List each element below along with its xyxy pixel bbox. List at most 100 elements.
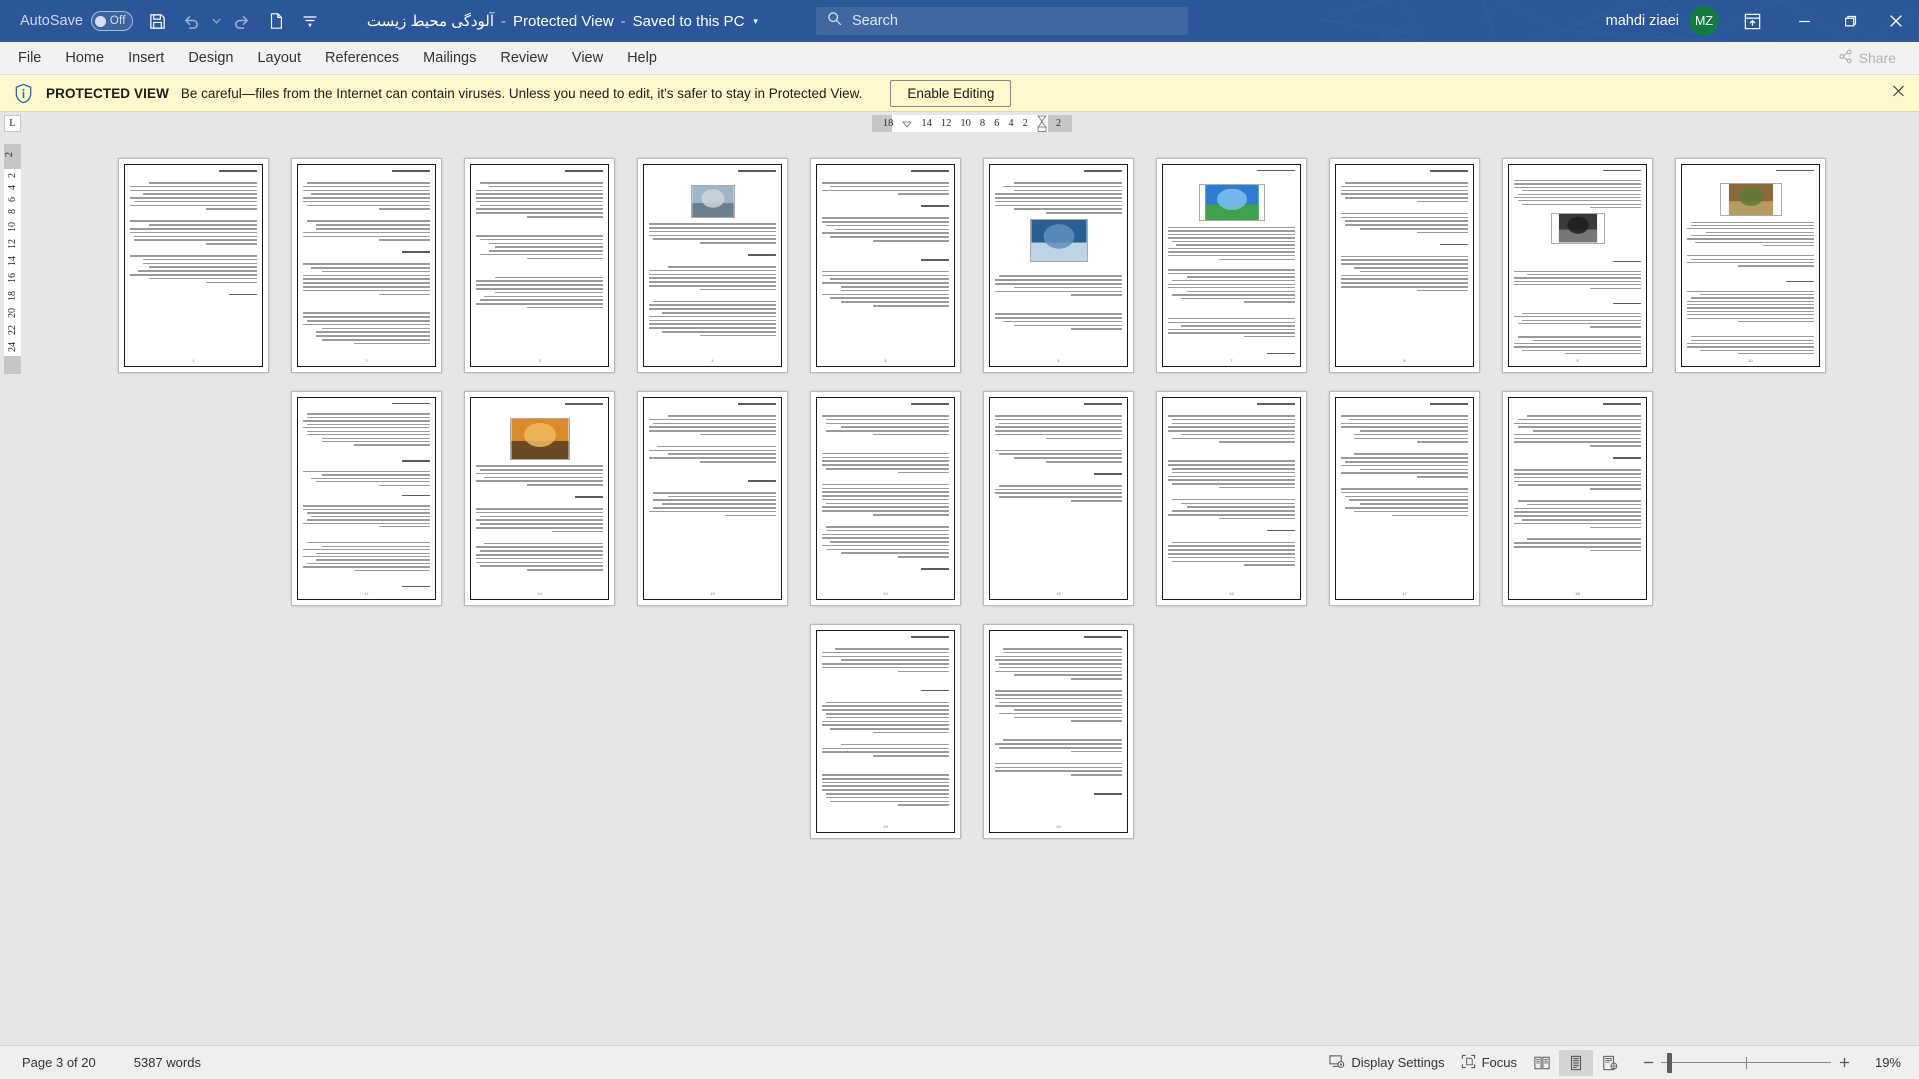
zoom-in-icon[interactable] bbox=[1831, 1050, 1857, 1076]
page-thumbnail[interactable]: 6 bbox=[983, 158, 1134, 373]
tab-home[interactable]: Home bbox=[53, 42, 116, 74]
hruler-num-7: 2 bbox=[1022, 117, 1028, 129]
right-indent-marker[interactable] bbox=[1037, 115, 1047, 132]
share-button[interactable]: Share bbox=[1827, 45, 1907, 71]
page-thumbnail[interactable]: 20 bbox=[983, 624, 1134, 839]
zoom-control[interactable] bbox=[1635, 1050, 1857, 1076]
text-line bbox=[995, 670, 1122, 673]
close-button[interactable] bbox=[1873, 0, 1919, 42]
redo-icon[interactable] bbox=[225, 5, 259, 37]
page-thumbnail[interactable]: 14 bbox=[810, 391, 961, 606]
tab-stop-selector[interactable]: L bbox=[0, 112, 25, 134]
page-indicator[interactable]: Page 3 of 20 bbox=[14, 1051, 104, 1074]
text-line bbox=[1171, 437, 1295, 440]
undo-icon[interactable] bbox=[175, 5, 209, 37]
page-thumbnail[interactable]: 18 bbox=[1502, 391, 1653, 606]
account-name[interactable]: mahdi ziaei bbox=[1606, 13, 1679, 29]
text-line bbox=[1014, 208, 1122, 211]
page-number: 11 bbox=[364, 591, 369, 596]
tab-insert[interactable]: Insert bbox=[116, 42, 176, 74]
tab-layout-label: Layout bbox=[257, 50, 302, 66]
enable-editing-button[interactable]: Enable Editing bbox=[890, 79, 1012, 107]
focus-button[interactable]: Focus bbox=[1453, 1050, 1525, 1076]
autosave-toggle[interactable]: AutoSave Off bbox=[12, 6, 141, 36]
vertical-ruler-bottom-margin bbox=[4, 356, 21, 374]
page-thumbnail[interactable]: 19 bbox=[810, 624, 961, 839]
page-thumbnail[interactable]: 2 bbox=[291, 158, 442, 373]
tab-review[interactable]: Review bbox=[488, 42, 560, 74]
customize-quick-access-toolbar-icon[interactable] bbox=[293, 5, 327, 37]
text-line bbox=[306, 181, 430, 184]
page-thumbnail[interactable]: 13 bbox=[637, 391, 788, 606]
page-thumbnail[interactable]: 3 bbox=[464, 158, 615, 373]
vertical-ruler[interactable]: 2 2 4 6 8 10 12 14 16 18 20 22 24 bbox=[0, 134, 25, 1045]
restore-button[interactable] bbox=[1827, 0, 1873, 42]
print-layout-icon[interactable] bbox=[1559, 1049, 1593, 1076]
text-line bbox=[1244, 564, 1295, 566]
tab-design[interactable]: Design bbox=[176, 42, 245, 74]
save-location-chevron-down-icon[interactable]: ▾ bbox=[753, 16, 758, 27]
text-line bbox=[998, 496, 1122, 498]
text-line bbox=[1514, 542, 1641, 544]
new-document-icon[interactable] bbox=[259, 5, 293, 37]
text-line bbox=[479, 253, 603, 256]
page-thumbnail[interactable]: 12 bbox=[464, 391, 615, 606]
horizontal-ruler-track[interactable]: 18 14 12 10 8 6 4 2 2 bbox=[872, 114, 1072, 132]
zoom-slider[interactable] bbox=[1661, 1050, 1831, 1076]
text-line bbox=[825, 525, 949, 528]
tab-help[interactable]: Help bbox=[615, 42, 669, 74]
autosave-switch[interactable]: Off bbox=[90, 11, 133, 31]
page-thumbnail[interactable]: 8 bbox=[1329, 158, 1480, 373]
text-line bbox=[1526, 274, 1641, 276]
horizontal-ruler[interactable]: 18 14 12 10 8 6 4 2 2 bbox=[25, 112, 1919, 134]
save-icon[interactable] bbox=[141, 5, 175, 37]
tab-file[interactable]: File bbox=[6, 42, 53, 74]
page-thumbnail[interactable]: 15 bbox=[983, 391, 1134, 606]
page-thumbnail[interactable]: 9 bbox=[1502, 158, 1653, 373]
page-thumbnail[interactable]: 16 bbox=[1156, 391, 1307, 606]
text-line bbox=[303, 420, 430, 422]
page-thumbnail[interactable]: 4 bbox=[637, 158, 788, 373]
page-thumbnails-canvas[interactable]: 1 2 3 4 5 6 7 8 9 10 11 12 13 14 15 16 17 18 19 20 bbox=[25, 134, 1919, 1045]
avatar[interactable]: MZ bbox=[1689, 6, 1719, 36]
page-thumbnail[interactable]: 7 bbox=[1156, 158, 1307, 373]
page-thumbnail[interactable]: 17 bbox=[1329, 391, 1480, 606]
page-thumbnail[interactable]: 1 bbox=[118, 158, 269, 373]
text-line bbox=[1687, 314, 1814, 316]
close-icon[interactable] bbox=[1892, 85, 1905, 102]
display-settings-button[interactable]: Display Settings bbox=[1321, 1050, 1452, 1076]
text-line bbox=[649, 304, 776, 307]
page-thumbnail[interactable]: 11 bbox=[291, 391, 442, 606]
tab-layout[interactable]: Layout bbox=[245, 42, 313, 74]
zoom-out-icon[interactable] bbox=[1635, 1050, 1661, 1076]
save-location-label[interactable]: Saved to this PC bbox=[633, 13, 745, 30]
tab-references[interactable]: References bbox=[313, 42, 411, 74]
search-input[interactable]: Search bbox=[815, 7, 1188, 35]
text-line bbox=[303, 566, 430, 568]
word-count[interactable]: 5387 words bbox=[126, 1051, 209, 1074]
text-line bbox=[476, 303, 603, 305]
zoom-level-label[interactable]: 19% bbox=[1857, 1055, 1909, 1070]
text-line bbox=[379, 293, 430, 296]
read-mode-icon[interactable] bbox=[1525, 1050, 1559, 1076]
page-thumbnail[interactable]: 10 bbox=[1675, 158, 1826, 373]
ribbon-display-options-icon[interactable] bbox=[1733, 6, 1771, 36]
page-thumbnail[interactable]: 5 bbox=[810, 158, 961, 373]
text-line bbox=[476, 200, 603, 203]
zoom-slider-thumb[interactable] bbox=[1667, 1052, 1672, 1073]
undo-dropdown-icon[interactable] bbox=[209, 5, 225, 37]
tab-view[interactable]: View bbox=[560, 42, 615, 74]
text-line bbox=[476, 197, 603, 199]
minimize-button[interactable] bbox=[1781, 0, 1827, 42]
web-layout-icon[interactable] bbox=[1593, 1050, 1627, 1076]
vertical-ruler-track[interactable]: 2 2 4 6 8 10 12 14 16 18 20 22 24 bbox=[4, 144, 21, 374]
left-indent-marker[interactable] bbox=[902, 115, 913, 131]
text-line bbox=[1613, 457, 1641, 459]
tab-mailings[interactable]: Mailings bbox=[411, 42, 488, 74]
page-number: 3 bbox=[538, 358, 541, 363]
text-line bbox=[1187, 276, 1295, 278]
